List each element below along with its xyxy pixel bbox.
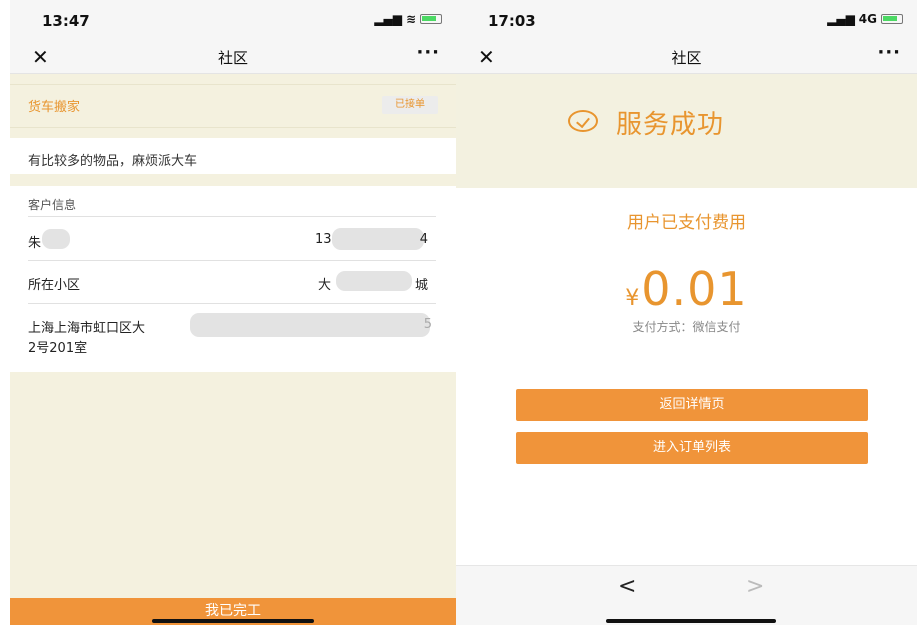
community-prefix: 大 (318, 278, 332, 293)
system-icons: ▂▄▆ ≋ (374, 12, 442, 26)
right-phone-screen: 17:03 ▂▄▆ 4G ✕ 社区 ··· 服务成功 用户已支付费用 ¥0.01… (456, 0, 917, 625)
order-note: 有比较多的物品，麻烦派大车 (28, 154, 198, 169)
community-suffix: 城 (414, 278, 428, 293)
status-bar: 13:47 ▂▄▆ ≋ (10, 0, 456, 40)
more-menu-icon[interactable]: ··· (877, 42, 901, 63)
home-indicator (152, 619, 314, 623)
divider (28, 216, 436, 217)
phone-suffix: 4 (419, 232, 428, 247)
status-badge: 已接单 (382, 96, 438, 114)
service-type: 货车搬家 (28, 100, 81, 115)
check-icon (568, 110, 598, 132)
network-label: 4G (858, 12, 877, 26)
privacy-blur (42, 229, 70, 249)
page-title: 社区 (671, 49, 702, 67)
address-line-2: 2号201室 (28, 341, 88, 356)
success-text: 服务成功 (616, 110, 725, 140)
signal-icon: ▂▄▆ (827, 12, 855, 26)
address-line-1-end: 5 (423, 317, 432, 332)
amount-value: 0.01 (641, 262, 748, 316)
section-title-customer: 客户信息 (28, 198, 77, 212)
customer-name: 朱 (28, 236, 42, 251)
status-time: 13:47 (42, 12, 90, 30)
forward-arrow-icon[interactable]: > (746, 574, 764, 599)
back-to-detail-button[interactable]: 返回详情页 (516, 389, 868, 421)
more-menu-icon[interactable]: ··· (416, 42, 440, 63)
battery-icon (420, 14, 442, 24)
wifi-icon: ≋ (405, 12, 416, 26)
status-bar: 17:03 ▂▄▆ 4G (456, 0, 917, 40)
divider (28, 303, 436, 304)
order-list-button[interactable]: 进入订单列表 (516, 432, 868, 464)
phone-prefix: 13 (315, 232, 332, 247)
status-time: 17:03 (488, 12, 536, 30)
privacy-blur (190, 313, 430, 337)
privacy-blur (336, 271, 412, 291)
nav-bar: ✕ 社区 ··· (456, 40, 917, 74)
browser-toolbar: < > (456, 565, 917, 625)
nav-bar: ✕ 社区 ··· (10, 40, 456, 74)
back-arrow-icon[interactable]: < (618, 574, 636, 599)
page-title: 社区 (217, 49, 248, 67)
paid-text: 用户已支付费用 (627, 213, 746, 233)
signal-icon: ▂▄▆ (374, 12, 402, 26)
divider (28, 260, 436, 261)
currency-symbol: ¥ (625, 286, 640, 311)
privacy-blur (332, 228, 424, 250)
left-phone-screen: 13:47 ▂▄▆ ≋ ✕ 社区 ··· 货车搬家 已接单 有比较多的物品，麻烦… (10, 0, 456, 625)
address-line-1: 上海上海市虹口区大 (28, 321, 146, 336)
home-indicator (606, 619, 776, 623)
payment-method: 支付方式：微信支付 (632, 320, 741, 334)
community-label: 所在小区 (28, 278, 81, 293)
payment-amount: ¥0.01 (456, 262, 917, 316)
battery-icon (881, 14, 903, 24)
system-icons: ▂▄▆ 4G (827, 12, 903, 26)
